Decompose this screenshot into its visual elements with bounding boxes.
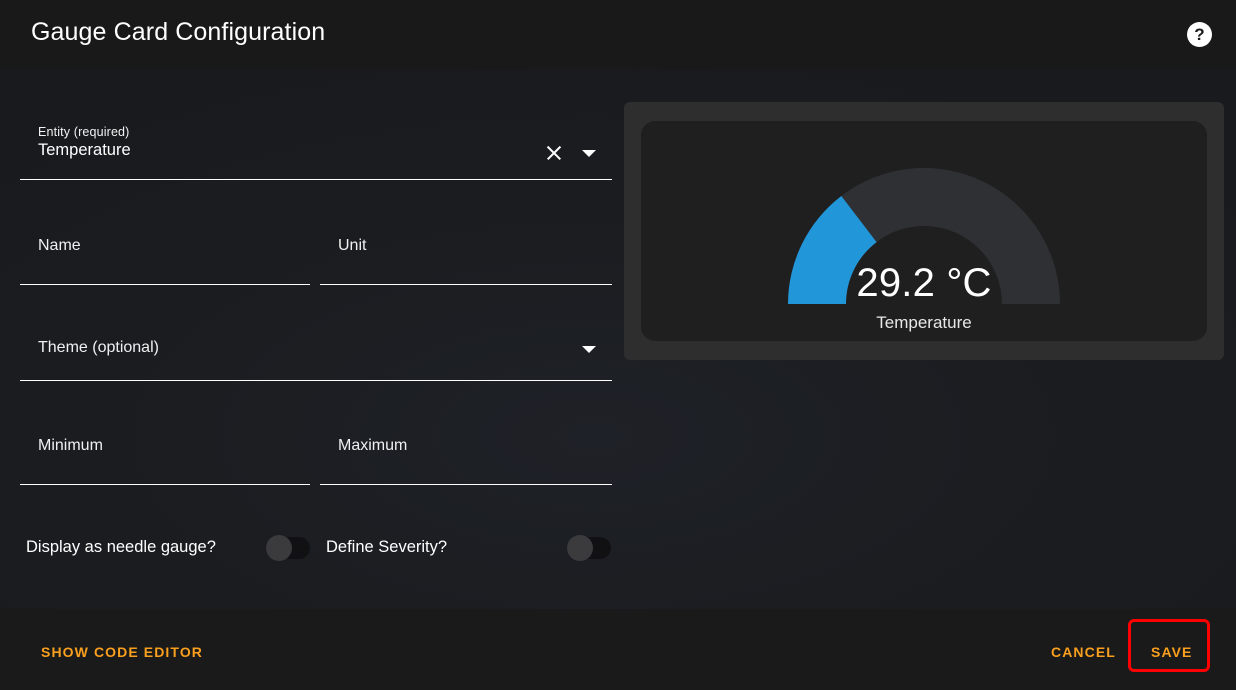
entity-field-underline xyxy=(20,179,612,180)
dialog-body: Entity (required) Temperature Name Unit … xyxy=(0,69,1236,609)
config-form: Entity (required) Temperature Name Unit … xyxy=(0,69,620,609)
maximum-field-underline xyxy=(320,484,612,485)
name-field-placeholder: Name xyxy=(38,237,81,254)
needle-gauge-toggle[interactable] xyxy=(266,535,310,561)
define-severity-toggle-knob xyxy=(567,535,593,561)
minimum-field-underline xyxy=(20,484,310,485)
unit-field-placeholder: Unit xyxy=(338,237,367,254)
define-severity-toggle[interactable] xyxy=(567,535,611,561)
show-code-editor-button[interactable]: SHOW CODE EDITOR xyxy=(33,636,211,668)
help-circle-icon: ? xyxy=(1187,22,1212,47)
minimum-field[interactable]: Minimum xyxy=(20,437,310,485)
define-severity-label: Define Severity? xyxy=(326,538,448,556)
entity-field-label: Entity (required) xyxy=(38,125,130,139)
cancel-button[interactable]: CANCEL xyxy=(1043,636,1124,668)
gauge-preview-card[interactable]: 29.2 °C Temperature xyxy=(641,121,1207,341)
entity-field[interactable]: Entity (required) Temperature xyxy=(20,125,612,180)
maximum-field-placeholder: Maximum xyxy=(338,437,408,454)
save-button[interactable]: SAVE xyxy=(1143,636,1201,668)
page-title: Gauge Card Configuration xyxy=(31,18,326,46)
entity-field-value: Temperature xyxy=(38,141,131,159)
theme-field[interactable]: Theme (optional) xyxy=(20,337,612,381)
unit-field-underline xyxy=(320,284,612,285)
theme-dropdown-caret-down-icon[interactable] xyxy=(582,346,596,353)
dialog-header: Gauge Card Configuration ? xyxy=(0,0,1236,69)
theme-field-underline xyxy=(20,380,612,381)
name-field[interactable]: Name xyxy=(20,237,310,285)
theme-field-placeholder: Theme (optional) xyxy=(38,339,159,356)
clear-entity-icon[interactable] xyxy=(544,143,564,163)
gauge-value-text: 29.2 °C xyxy=(856,261,992,305)
gauge-card-configuration-dialog: Gauge Card Configuration ? Entity (requi… xyxy=(0,0,1236,690)
help-button[interactable]: ? xyxy=(1184,19,1215,50)
toggles-row: Display as needle gauge? Define Severity… xyxy=(26,535,611,568)
dialog-footer: SHOW CODE EDITOR CANCEL SAVE xyxy=(0,609,1236,690)
gauge-name-text: Temperature xyxy=(876,313,972,332)
entity-dropdown-caret-down-icon[interactable] xyxy=(582,150,596,157)
card-preview-panel: 29.2 °C Temperature xyxy=(624,102,1224,360)
name-field-underline xyxy=(20,284,310,285)
needle-gauge-label: Display as needle gauge? xyxy=(26,538,216,556)
minimum-field-placeholder: Minimum xyxy=(38,437,103,454)
maximum-field[interactable]: Maximum xyxy=(320,437,612,485)
needle-gauge-toggle-knob xyxy=(266,535,292,561)
unit-field[interactable]: Unit xyxy=(320,237,612,285)
